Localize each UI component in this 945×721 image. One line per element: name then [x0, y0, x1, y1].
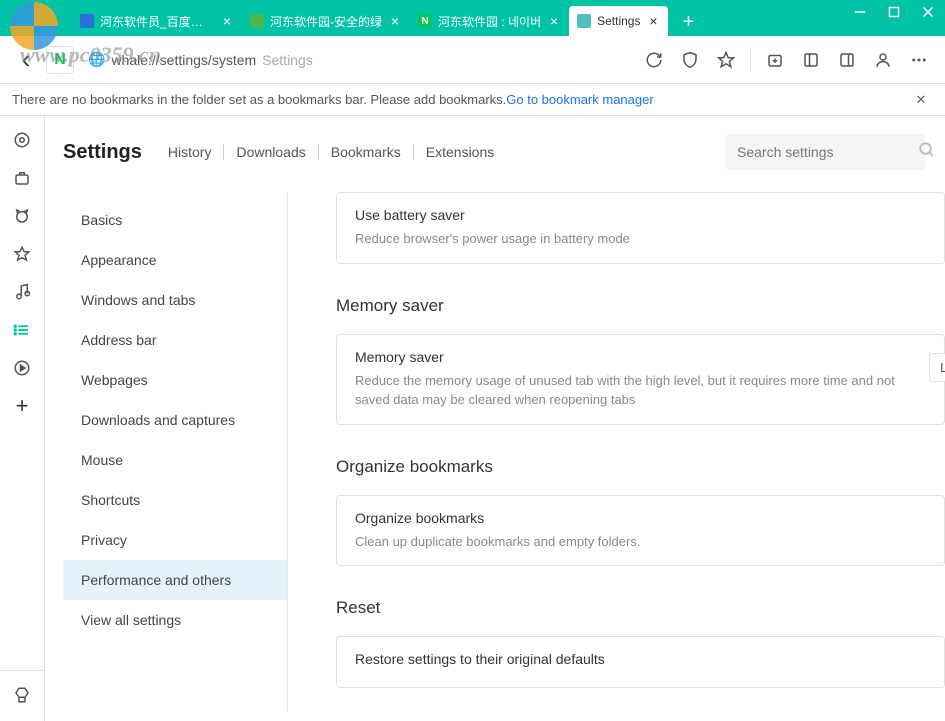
rail-extensions-icon[interactable]	[4, 677, 40, 713]
menu-button[interactable]	[903, 44, 935, 76]
sidebar-item[interactable]: Shortcuts	[63, 480, 287, 520]
card-description: Reduce the memory usage of unused tab wi…	[355, 371, 926, 410]
toolbar: ‹ N 🌐 whale://settings/system Settings	[0, 36, 945, 84]
sidebar-item[interactable]: Mouse	[63, 440, 287, 480]
titlebar: 河东软件员_百度搜索×河东软件园-安全的绿×N河东软件园 : 네이버×Setti…	[0, 0, 945, 36]
settings-card[interactable]: Memory saver Reduce the memory usage of u…	[336, 334, 945, 425]
settings-nav-tab[interactable]: Downloads	[223, 144, 317, 160]
search-icon	[918, 141, 936, 164]
section-heading: Reset	[336, 598, 945, 618]
toolbar-right	[638, 44, 935, 76]
settings-card[interactable]: Use battery saver Reduce browser's power …	[336, 192, 945, 264]
tab-favicon-icon	[250, 14, 264, 28]
card-description: Reduce browser's power usage in battery …	[355, 229, 926, 249]
settings-nav-tab[interactable]: Bookmarks	[318, 144, 413, 160]
card-title: Use battery saver	[355, 207, 926, 223]
tab-close-icon[interactable]: ×	[388, 14, 402, 28]
sidebar-item[interactable]: Appearance	[63, 240, 287, 280]
tab-title: 河东软件园-安全的绿	[270, 13, 382, 30]
settings-nav-tab[interactable]: History	[168, 144, 224, 160]
address-bar[interactable]: 🌐 whale://settings/system Settings	[78, 44, 634, 76]
browser-tab[interactable]: Settings ×	[569, 6, 668, 36]
settings-nav-tabs: HistoryDownloadsBookmarksExtensions	[168, 144, 506, 160]
sidebar-item[interactable]: Webpages	[63, 360, 287, 400]
tab-title: Settings	[597, 14, 640, 28]
sidebar-item[interactable]: Basics	[63, 200, 287, 240]
shield-icon[interactable]	[674, 44, 706, 76]
bookmark-star-icon[interactable]	[710, 44, 742, 76]
bookmark-bar: There are no bookmarks in the folder set…	[0, 84, 945, 116]
split-view-icon[interactable]	[831, 44, 863, 76]
settings-content: Settings HistoryDownloadsBookmarksExtens…	[45, 116, 945, 721]
browser-tab[interactable]: N 河东软件园 : 네이버 ×	[410, 6, 569, 36]
tab-title: 河东软件园 : 네이버	[438, 13, 541, 30]
tab-title: 河东软件员_百度搜索	[100, 13, 214, 30]
sidebar-item[interactable]: Address bar	[63, 320, 287, 360]
tab-favicon-icon	[577, 14, 591, 28]
level-selector-button[interactable]: Level 2	[929, 353, 945, 382]
rail-list-icon[interactable]	[4, 312, 40, 348]
address-url: whale://settings/system	[111, 52, 256, 68]
tab-favicon-icon	[80, 14, 94, 28]
tab-favicon-icon: N	[418, 14, 432, 28]
search-settings-input[interactable]	[737, 144, 918, 160]
profile-icon[interactable]	[867, 44, 899, 76]
browser-tab[interactable]: 河东软件员_百度搜索 ×	[72, 6, 242, 36]
card-title: Memory saver	[355, 349, 926, 365]
settings-panel: Use battery saver Reduce browser's power …	[288, 192, 945, 712]
browser-tab[interactable]: 河东软件园-安全的绿 ×	[242, 6, 410, 36]
sidebar-item[interactable]: Downloads and captures	[63, 400, 287, 440]
sidebar-item[interactable]: View all settings	[63, 600, 287, 640]
settings-header: Settings HistoryDownloadsBookmarksExtens…	[63, 134, 945, 170]
new-tab-button[interactable]: +	[674, 8, 702, 36]
back-button[interactable]: ‹	[10, 44, 42, 76]
site-favicon-icon: 🌐	[88, 51, 105, 68]
rail-play-icon[interactable]	[4, 350, 40, 386]
window-controls	[843, 0, 945, 24]
reload-button[interactable]	[638, 44, 670, 76]
capture-icon[interactable]	[759, 44, 791, 76]
settings-body: BasicsAppearanceWindows and tabsAddress …	[63, 192, 945, 712]
toolbar-separator	[750, 48, 751, 72]
bookmark-bar-text: There are no bookmarks in the folder set…	[12, 92, 506, 107]
card-title: Restore settings to their original defau…	[355, 651, 926, 667]
section-heading: Memory saver	[336, 296, 945, 316]
rail-toolbox-icon[interactable]	[4, 160, 40, 196]
card-title: Organize bookmarks	[355, 510, 926, 526]
main-area: + Settings HistoryDownloadsBookmarksExte…	[0, 116, 945, 721]
rail-tools-icon[interactable]	[4, 122, 40, 158]
rail-add-icon[interactable]: +	[4, 388, 40, 424]
maximize-button[interactable]	[877, 0, 911, 24]
rail-star-icon[interactable]	[4, 236, 40, 272]
rail-cat-icon[interactable]	[4, 198, 40, 234]
settings-nav-tab[interactable]: Extensions	[413, 144, 506, 160]
tab-close-icon[interactable]: ×	[646, 14, 660, 28]
section-heading: Organize bookmarks	[336, 457, 945, 477]
card-description: Clean up duplicate bookmarks and empty f…	[355, 532, 926, 552]
bookmark-bar-close[interactable]: ✕	[909, 88, 933, 112]
left-rail: +	[0, 116, 45, 721]
settings-title: Settings	[63, 141, 142, 164]
sidebar-item[interactable]: Windows and tabs	[63, 280, 287, 320]
tab-close-icon[interactable]: ×	[547, 14, 561, 28]
close-window-button[interactable]	[911, 0, 945, 24]
sidebar-item[interactable]: Privacy	[63, 520, 287, 560]
naver-home-icon[interactable]: N	[46, 46, 74, 74]
settings-card[interactable]: Organize bookmarks Clean up duplicate boo…	[336, 495, 945, 567]
sidebar-item[interactable]: Performance and others	[63, 560, 287, 600]
settings-sidebar: BasicsAppearanceWindows and tabsAddress …	[63, 192, 288, 712]
rail-music-icon[interactable]	[4, 274, 40, 310]
search-settings-box[interactable]	[725, 134, 925, 170]
settings-card[interactable]: Restore settings to their original defau…	[336, 636, 945, 688]
address-page: Settings	[262, 52, 313, 68]
tab-close-icon[interactable]: ×	[220, 14, 234, 28]
bookmark-manager-link[interactable]: Go to bookmark manager	[506, 92, 653, 107]
minimize-button[interactable]	[843, 0, 877, 24]
sidebar-toggle-icon[interactable]	[795, 44, 827, 76]
